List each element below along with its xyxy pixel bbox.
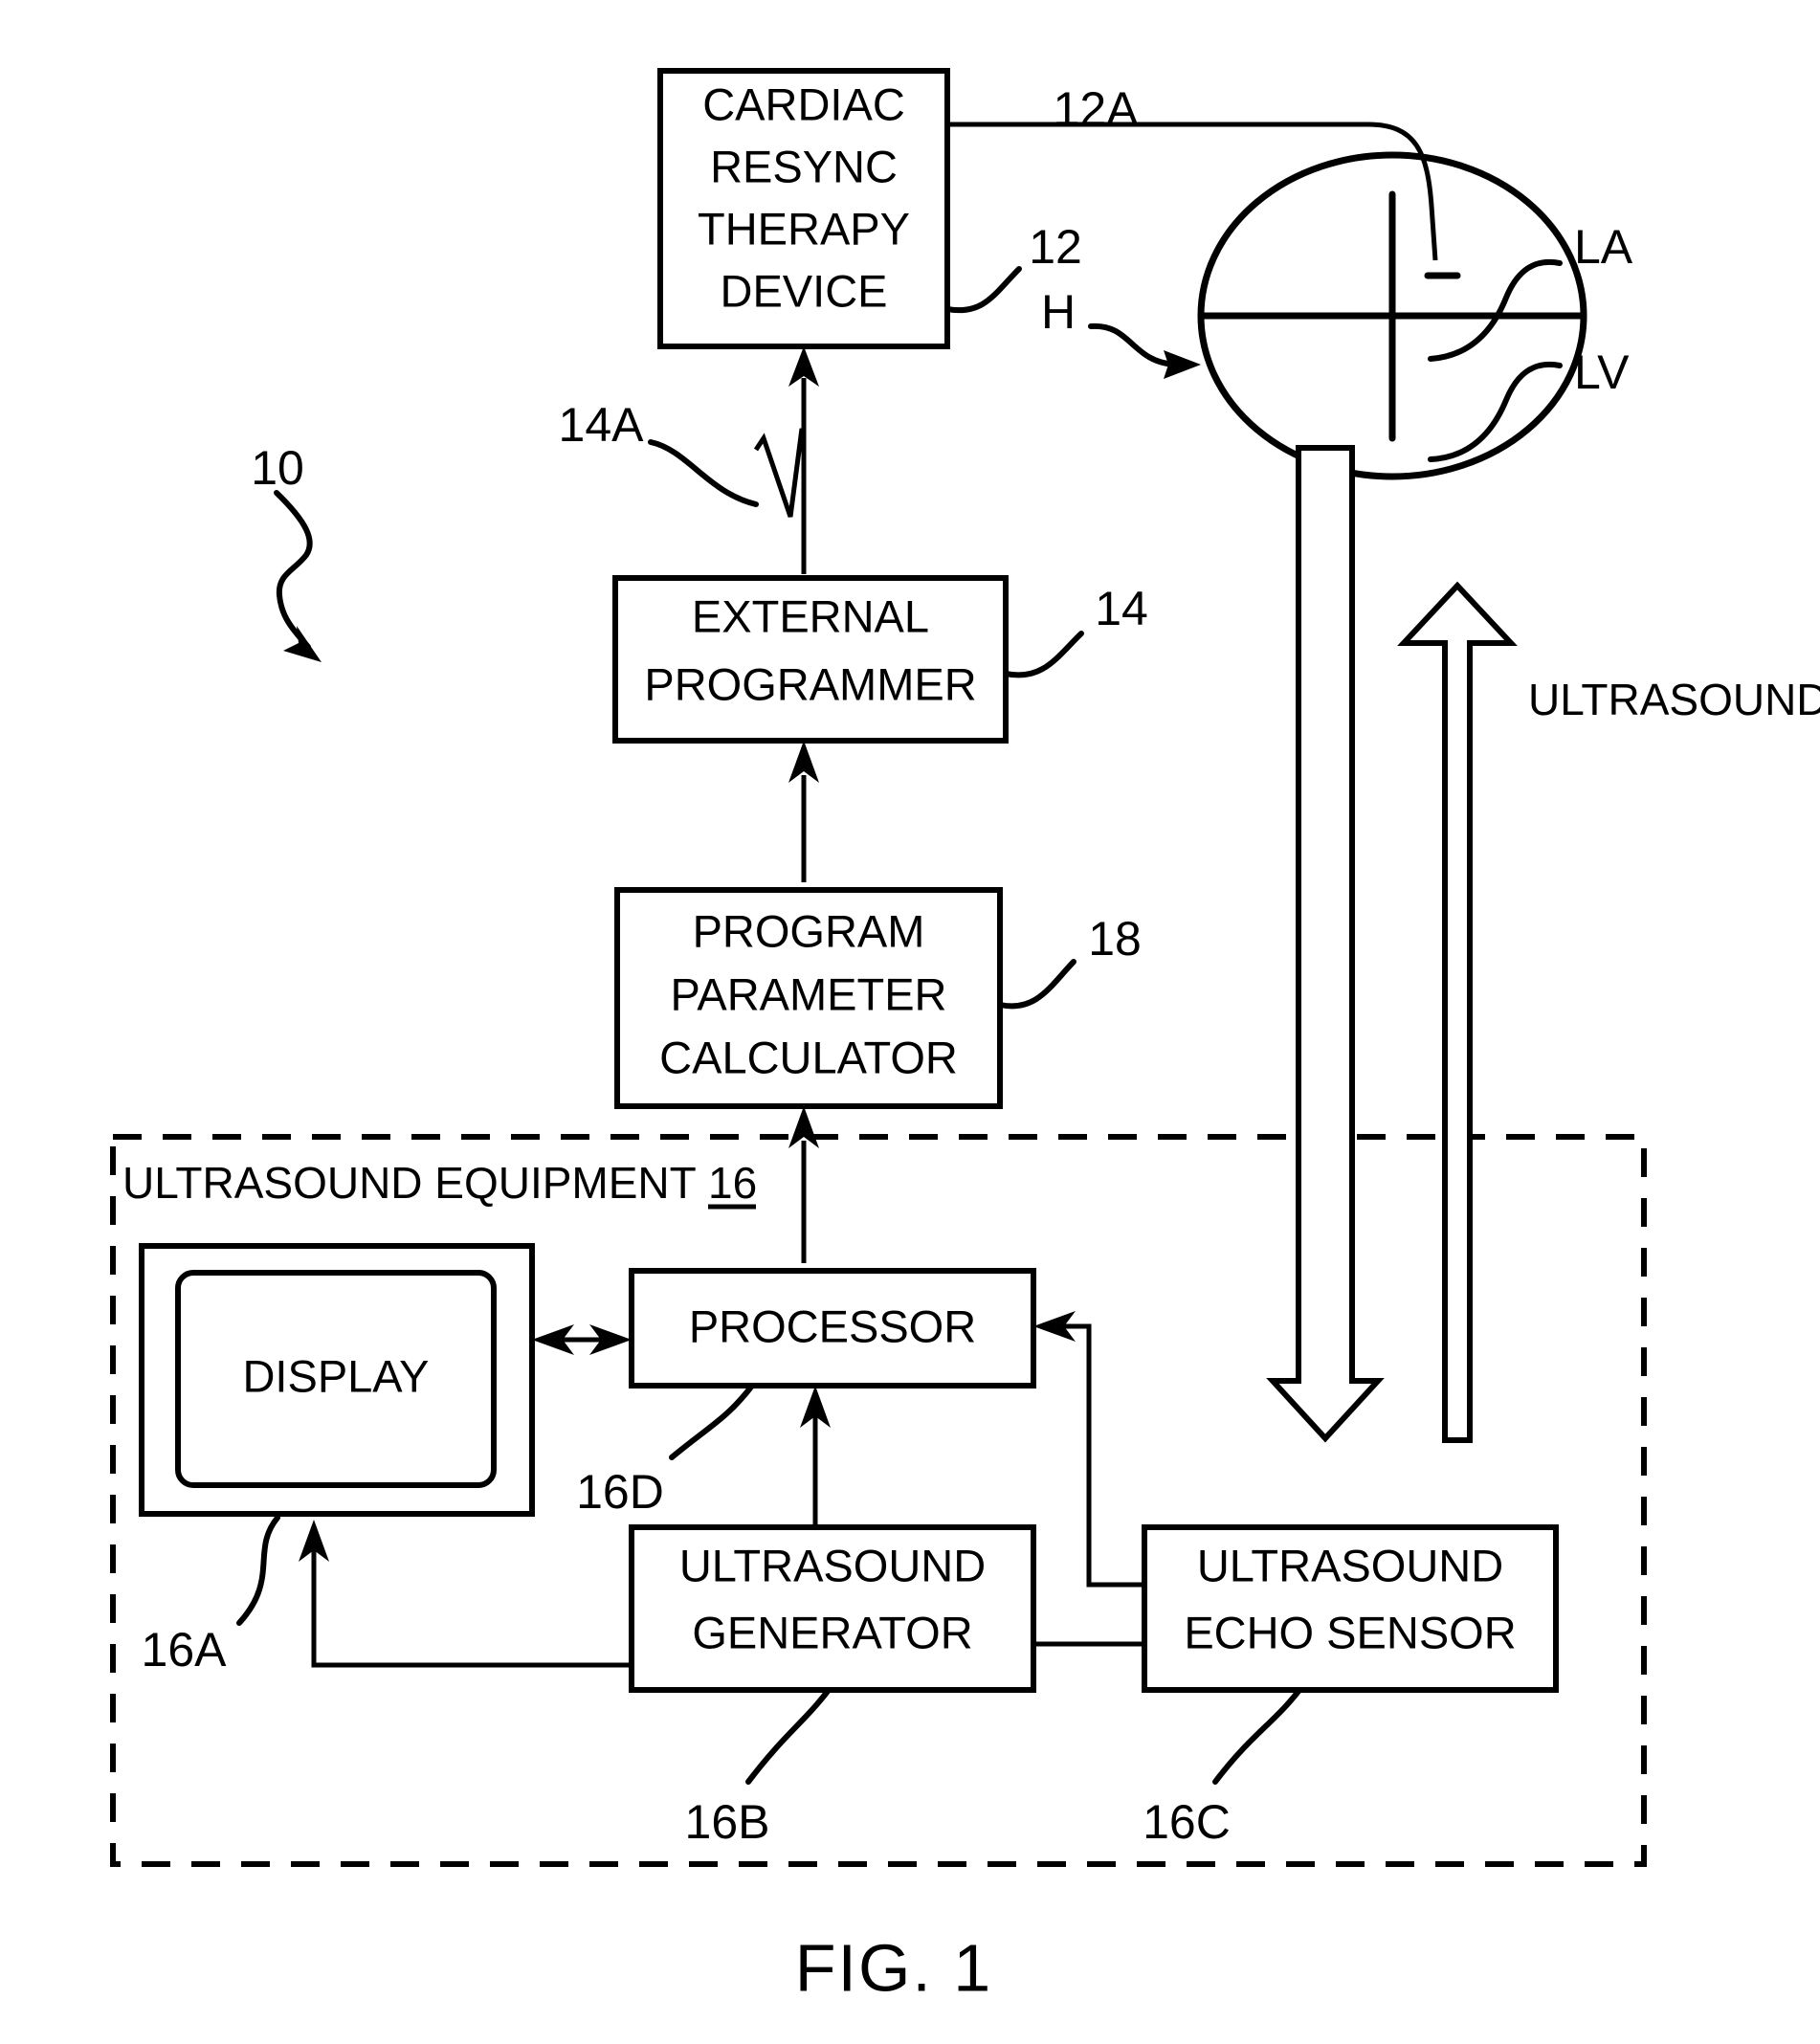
- block-external-programmer[interactable]: EXTERNAL PROGRAMMER: [612, 575, 1009, 744]
- ref-14a-label: 14A: [559, 398, 645, 452]
- external-programmer-label-line-1: EXTERNAL: [692, 590, 929, 641]
- ultrasound-generator-label-line-2: GENERATOR: [692, 1607, 972, 1657]
- calculator-label-line-2: PARAMETER: [671, 968, 947, 1019]
- ultrasounds-label: ULTRASOUNDS: [1528, 675, 1820, 724]
- crt-device-label-line-2: RESYNC: [710, 141, 898, 191]
- heart-label-h: H: [1041, 285, 1076, 339]
- ref-12-label: 12: [1029, 220, 1082, 274]
- ultrasound-equipment-ref: 16: [708, 1158, 757, 1208]
- display-label: DISPLAY: [242, 1350, 429, 1401]
- block-ultrasound-echo-sensor[interactable]: ULTRASOUND ECHO SENSOR: [1142, 1524, 1559, 1693]
- crt-device-label-line-3: THERAPY: [698, 203, 910, 254]
- ref-18-label: 18: [1088, 912, 1142, 966]
- lv-label: LV: [1574, 345, 1630, 399]
- block-program-parameter-calculator[interactable]: PROGRAM PARAMETER CALCULATOR: [614, 887, 1003, 1109]
- calculator-label-line-3: CALCULATOR: [659, 1032, 958, 1082]
- block-processor[interactable]: PROCESSOR: [629, 1268, 1036, 1389]
- calculator-label-line-1: PROGRAM: [693, 905, 925, 956]
- patent-figure-1: CARDIAC RESYNC THERAPY DEVICE 12 12A H L…: [0, 0, 1820, 2044]
- ref-12a-label: 12A: [1054, 82, 1140, 136]
- echo-sensor-label-line-2: ECHO SENSOR: [1184, 1607, 1516, 1657]
- crt-device-label-line-1: CARDIAC: [702, 78, 905, 129]
- block-display[interactable]: DISPLAY: [139, 1243, 535, 1517]
- block-crt-device[interactable]: CARDIAC RESYNC THERAPY DEVICE: [657, 68, 950, 349]
- ref-16c-label: 16C: [1143, 1795, 1231, 1849]
- ref-10-label: 10: [251, 441, 304, 495]
- block-ultrasound-generator[interactable]: ULTRASOUND GENERATOR: [629, 1524, 1036, 1693]
- ref-16a-label: 16A: [142, 1623, 228, 1677]
- la-label: LA: [1574, 220, 1633, 274]
- figure-canvas: CARDIAC RESYNC THERAPY DEVICE 12 12A H L…: [0, 0, 1820, 2044]
- heart-organ: [1197, 151, 1587, 480]
- processor-label: PROCESSOR: [689, 1300, 976, 1351]
- ref-16d-label: 16D: [576, 1465, 664, 1519]
- ref-16b-label: 16B: [685, 1795, 770, 1849]
- external-programmer-label-line-2: PROGRAMMER: [644, 658, 976, 709]
- ultrasound-generator-label-line-1: ULTRASOUND: [679, 1540, 986, 1590]
- echo-sensor-label-line-1: ULTRASOUND: [1197, 1540, 1503, 1590]
- crt-device-label-line-4: DEVICE: [721, 265, 888, 316]
- ref-14-label: 14: [1095, 582, 1148, 635]
- figure-caption: FIG. 1: [795, 1930, 992, 2005]
- ultrasound-equipment-label: ULTRASOUND EQUIPMENT: [122, 1158, 697, 1208]
